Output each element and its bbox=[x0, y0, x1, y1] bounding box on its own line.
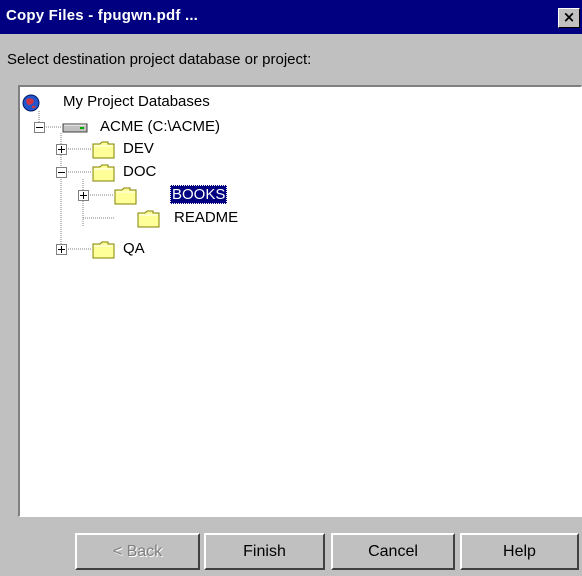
tree-node-project-label[interactable]: DEV bbox=[121, 139, 156, 158]
cancel-button[interactable]: Cancel bbox=[331, 533, 455, 570]
tree-node-project-label[interactable]: DOC bbox=[121, 162, 158, 181]
back-button[interactable]: < Back bbox=[75, 533, 200, 570]
folder-icon bbox=[92, 141, 115, 159]
tree-node-database-label[interactable]: ACME (C:\ACME) bbox=[98, 117, 222, 136]
destination-prompt: Select destination project database or p… bbox=[7, 51, 312, 68]
expand-icon[interactable] bbox=[78, 190, 89, 201]
close-button[interactable]: × bbox=[558, 8, 580, 28]
collapse-icon[interactable] bbox=[34, 122, 45, 133]
folder-icon bbox=[92, 164, 115, 182]
folder-icon bbox=[114, 187, 137, 205]
collapse-icon[interactable] bbox=[56, 167, 67, 178]
finish-button[interactable]: Finish bbox=[204, 533, 325, 570]
tree-node-project-label[interactable]: README bbox=[172, 208, 240, 227]
tree-node-root-label[interactable]: My Project Databases bbox=[61, 92, 212, 111]
expand-icon[interactable] bbox=[56, 244, 67, 255]
folder-icon bbox=[137, 210, 160, 228]
globe-icon bbox=[22, 94, 40, 112]
folder-icon bbox=[92, 241, 115, 259]
project-tree-view[interactable]: My Project Databases ACME (C:\ACME) DEV bbox=[18, 85, 582, 517]
tree-node-project-label[interactable]: QA bbox=[121, 239, 147, 258]
title-bar[interactable]: Copy Files - fpugwn.pdf ... × bbox=[0, 0, 582, 34]
drive-icon bbox=[62, 123, 88, 133]
expand-icon[interactable] bbox=[56, 144, 67, 155]
close-icon: × bbox=[562, 8, 576, 26]
tree-node-selected-label[interactable]: BOOKS bbox=[170, 185, 228, 204]
copy-files-dialog: Copy Files - fpugwn.pdf ... × Select des… bbox=[0, 0, 582, 576]
window-title: Copy Files - fpugwn.pdf ... bbox=[6, 7, 199, 24]
button-row: < Back Finish Cancel Help bbox=[0, 527, 582, 573]
help-button[interactable]: Help bbox=[460, 533, 579, 570]
